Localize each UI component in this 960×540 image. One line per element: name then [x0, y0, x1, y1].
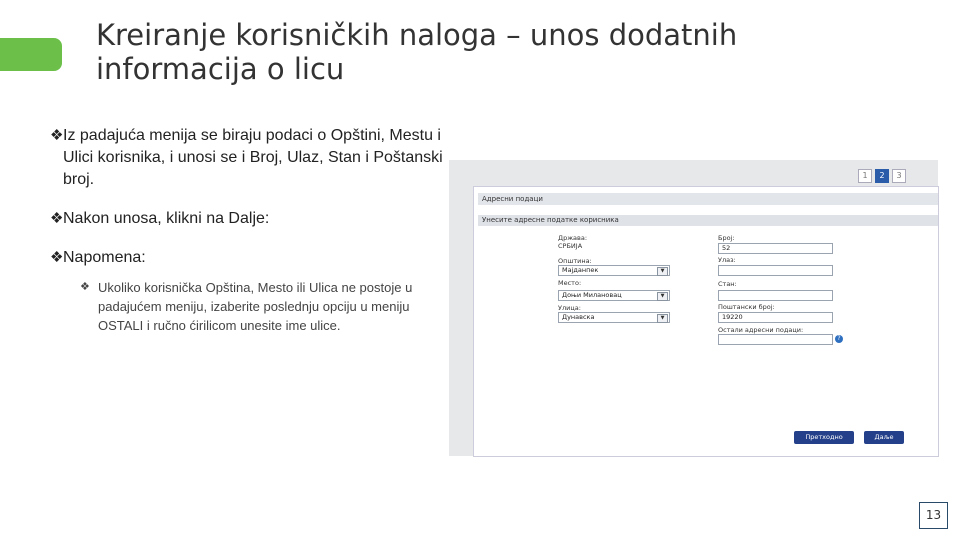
ulaz-label: Улаз:	[718, 256, 736, 264]
sub-bullet-item: ❖ Ukoliko korisnička Opština, Mesto ili …	[80, 278, 450, 335]
diamond-bullet-icon: ❖	[50, 210, 64, 227]
drzava-value: СРБИЈА	[558, 242, 583, 250]
broj-input[interactable]: 52	[718, 243, 833, 254]
chevron-down-icon: ▼	[657, 292, 668, 301]
diamond-bullet-icon: ❖	[50, 249, 64, 266]
bullet-list: ❖ Iz padajuća menija se biraju podaci o …	[50, 125, 450, 335]
diamond-bullet-icon: ❖	[50, 127, 64, 144]
sub-bullet-text: Ukoliko korisnička Opština, Mesto ili Ul…	[98, 280, 413, 333]
stan-input[interactable]	[718, 290, 833, 301]
postanski-broj-label: Поштански број:	[718, 303, 775, 311]
bullet-item: ❖ Nakon unosa, klikni na Dalje:	[50, 208, 450, 230]
bullet-text: Napomena:	[63, 249, 146, 266]
broj-label: Број:	[718, 234, 735, 242]
chevron-down-icon: ▼	[657, 267, 668, 276]
ostali-podaci-label: Остали адресни подаци:	[718, 326, 804, 334]
help-icon[interactable]: ?	[835, 335, 843, 343]
step-1[interactable]: 1	[858, 169, 872, 183]
ulica-select[interactable]: Дунавска ▼	[558, 312, 670, 323]
ulica-label: Улица:	[558, 304, 581, 312]
form-subheader: Унесите адресне податке корисника	[478, 215, 938, 226]
postanski-broj-input[interactable]: 19220	[718, 312, 833, 323]
bullet-item: ❖ Napomena:	[50, 247, 450, 269]
ulica-select-value: Дунавска	[562, 313, 595, 321]
form-header: Адресни подаци	[478, 193, 938, 205]
opstina-label: Општина:	[558, 257, 592, 265]
bullet-text: Nakon unosa, klikni na Dalje:	[63, 210, 270, 227]
ostali-podaci-input[interactable]	[718, 334, 833, 345]
slide-title: Kreiranje korisničkih naloga – unos doda…	[96, 18, 738, 86]
step-indicator: 1 2 3	[858, 169, 906, 183]
opstina-select-value: Мајданпек	[562, 266, 599, 274]
address-form: Адресни подаци Унесите адресне податке к…	[473, 186, 939, 457]
next-button[interactable]: Даље	[864, 431, 904, 444]
bullet-text: Iz padajuća menija se biraju podaci o Op…	[63, 127, 443, 188]
ulaz-input[interactable]	[718, 265, 833, 276]
chevron-down-icon: ▼	[657, 314, 668, 323]
mesto-label: Место:	[558, 279, 582, 287]
stan-label: Стан:	[718, 280, 737, 288]
step-2[interactable]: 2	[875, 169, 889, 183]
form-screenshot: 1 2 3 Адресни подаци Унесите адресне под…	[449, 160, 939, 457]
page-number: 13	[919, 502, 948, 529]
step-3[interactable]: 3	[892, 169, 906, 183]
mesto-select[interactable]: Доњи Милановац ▼	[558, 290, 670, 301]
diamond-bullet-icon: ❖	[80, 281, 90, 293]
mesto-select-value: Доњи Милановац	[562, 291, 622, 299]
bullet-item: ❖ Iz padajuća menija se biraju podaci o …	[50, 125, 450, 191]
opstina-select[interactable]: Мајданпек ▼	[558, 265, 670, 276]
back-button[interactable]: Претходно	[794, 431, 854, 444]
accent-bar	[0, 38, 62, 71]
drzava-label: Држава:	[558, 234, 588, 242]
